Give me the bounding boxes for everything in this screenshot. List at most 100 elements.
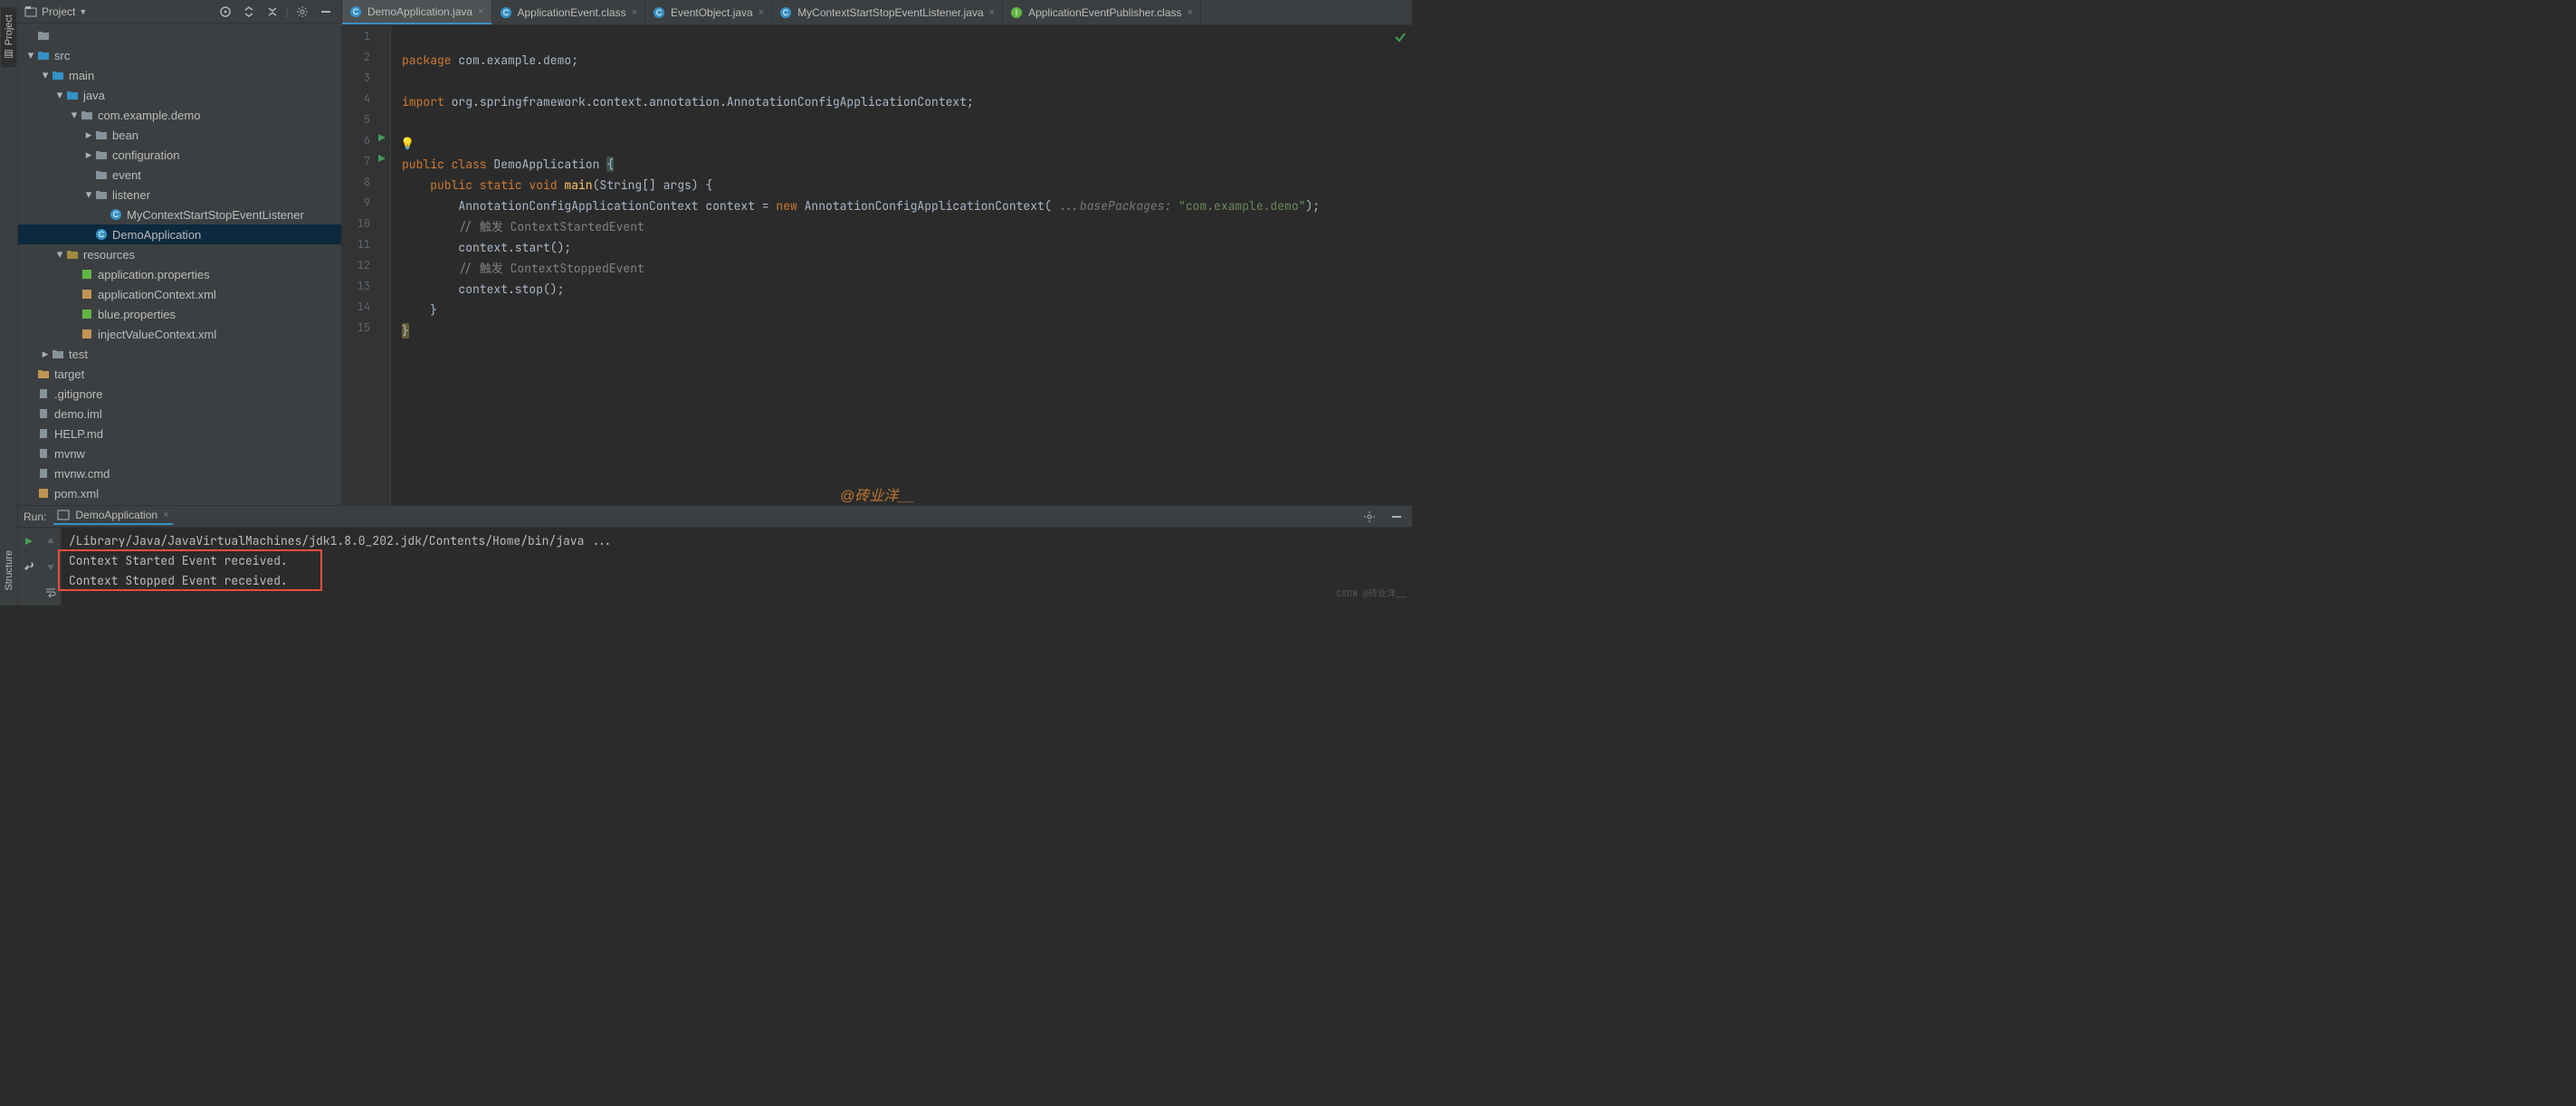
txt-icon [36, 446, 51, 461]
chevron-icon[interactable]: ▾ [25, 50, 36, 61]
chevron-icon[interactable] [69, 269, 80, 280]
tree-row[interactable]: ▾com.example.demo [18, 105, 341, 125]
console-output[interactable]: /Library/Java/JavaVirtualMachines/jdk1.8… [62, 528, 1412, 605]
up-arrow-icon[interactable] [41, 531, 61, 551]
project-tool-label: Project [4, 14, 14, 45]
tree-row[interactable]: ▸bean [18, 125, 341, 145]
chevron-icon[interactable]: ▾ [40, 70, 51, 81]
tree-row[interactable]: demo.iml [18, 404, 341, 424]
code-text: ); [1305, 198, 1320, 214]
tree-row[interactable]: ▾resources [18, 244, 341, 264]
collapse-all-icon[interactable] [262, 2, 282, 22]
hide-panel-icon[interactable] [1387, 507, 1407, 527]
chevron-icon[interactable] [25, 388, 36, 399]
chevron-icon[interactable]: ▾ [83, 189, 94, 200]
chevron-icon[interactable]: ▸ [40, 348, 51, 359]
tree-row[interactable]: CDemoApplication [18, 224, 341, 244]
tab-label: DemoApplication.java [367, 5, 472, 18]
editor-tabs: CDemoApplication.java×CApplicationEvent.… [342, 0, 1412, 25]
tree-row[interactable]: ▾java [18, 85, 341, 105]
chevron-icon[interactable] [25, 368, 36, 379]
folder-orange-icon [36, 367, 51, 381]
chevron-icon[interactable] [25, 488, 36, 499]
editor-tab[interactable]: CMyContextStartStopEventListener.java× [772, 0, 1003, 24]
chevron-icon[interactable] [83, 229, 94, 240]
chevron-icon[interactable] [25, 448, 36, 459]
editor-tab[interactable]: CEventObject.java× [645, 0, 772, 24]
chevron-icon[interactable]: ▸ [83, 149, 94, 160]
tree-row[interactable]: pom.xml [18, 483, 341, 503]
tree-row[interactable]: injectValueContext.xml [18, 324, 341, 344]
tree-row[interactable]: ▸configuration [18, 145, 341, 165]
chevron-icon[interactable]: ▾ [54, 90, 65, 100]
code-area[interactable]: package com.example.demo; import org.spr… [391, 25, 1412, 505]
chevron-icon[interactable] [25, 408, 36, 419]
close-icon[interactable]: × [758, 7, 764, 18]
wrench-icon[interactable] [19, 557, 39, 577]
line-number: 11 [342, 237, 390, 258]
svg-text:C: C [656, 8, 663, 17]
chevron-icon[interactable] [25, 468, 36, 479]
tree-row[interactable]: ▾listener [18, 185, 341, 205]
tree-row[interactable]: blue.properties [18, 304, 341, 324]
intention-bulb-icon[interactable]: 💡 [400, 136, 415, 151]
chevron-icon[interactable] [98, 209, 109, 220]
chevron-down-icon[interactable]: ▼ [79, 7, 87, 16]
tree-row[interactable]: mvnw [18, 443, 341, 463]
tree-row[interactable]: application.properties [18, 264, 341, 284]
tree-row[interactable]: event [18, 165, 341, 185]
soft-wrap-icon[interactable] [41, 582, 61, 602]
project-tool-tab[interactable]: ▤ Project [1, 7, 16, 67]
chevron-icon[interactable] [25, 30, 36, 41]
run-panel-header: Run: DemoApplication × [18, 506, 1412, 528]
chevron-icon[interactable] [69, 289, 80, 300]
code-string: "com.example.demo" [1171, 198, 1305, 214]
tree-row[interactable]: HELP.md [18, 424, 341, 443]
chevron-icon[interactable]: ▾ [54, 249, 65, 260]
chevron-icon[interactable] [83, 169, 94, 180]
chevron-icon[interactable] [25, 428, 36, 439]
console-line: Context Stopped Event received. [69, 571, 1405, 591]
down-arrow-icon[interactable] [41, 557, 61, 577]
chevron-icon[interactable] [69, 309, 80, 319]
close-icon[interactable]: × [632, 7, 637, 18]
rerun-icon[interactable] [19, 531, 39, 551]
gear-icon[interactable] [292, 2, 312, 22]
close-icon[interactable]: × [989, 7, 995, 18]
tree-row[interactable]: ▾main [18, 65, 341, 85]
tree-row[interactable]: mvnw.cmd [18, 463, 341, 483]
svg-text:C: C [113, 210, 119, 219]
code-keyword: import [402, 94, 444, 110]
expand-all-icon[interactable] [239, 2, 259, 22]
close-icon[interactable]: × [478, 6, 483, 17]
line-number: 7 [342, 154, 390, 175]
close-icon[interactable]: × [163, 510, 168, 520]
chevron-icon[interactable]: ▸ [83, 129, 94, 140]
param-hint: ...basePackages: [1058, 198, 1171, 214]
tree-row[interactable]: ▸ test [18, 344, 341, 364]
project-tree[interactable]: ▾src▾main▾java▾com.example.demo▸bean▸con… [18, 24, 341, 505]
editor-tab[interactable]: CDemoApplication.java× [342, 0, 492, 24]
analysis-ok-icon[interactable] [1394, 31, 1407, 43]
run-gutter-icon[interactable] [377, 133, 386, 142]
line-number: 12 [342, 258, 390, 279]
gear-icon[interactable] [1360, 507, 1379, 527]
editor-tab[interactable]: CApplicationEvent.class× [492, 0, 646, 24]
run-config-tab[interactable]: DemoApplication × [53, 509, 172, 525]
chevron-icon[interactable]: ▾ [69, 110, 80, 120]
tree-row[interactable]: CMyContextStartStopEventListener [18, 205, 341, 224]
close-icon[interactable]: × [1188, 7, 1193, 18]
run-gutter-icon[interactable] [377, 154, 386, 163]
tree-row[interactable] [18, 25, 341, 45]
editor-tab[interactable]: IApplicationEventPublisher.class× [1003, 0, 1201, 24]
tree-row[interactable]: target [18, 364, 341, 384]
tree-label: test [69, 348, 88, 361]
chevron-icon[interactable] [69, 329, 80, 339]
tree-row[interactable]: applicationContext.xml [18, 284, 341, 304]
select-opened-file-icon[interactable] [215, 2, 235, 22]
tree-row[interactable]: .gitignore [18, 384, 341, 404]
hide-panel-icon[interactable] [316, 2, 336, 22]
structure-tool-tab[interactable]: Structure [2, 543, 16, 598]
folder-icon [80, 108, 94, 122]
tree-row[interactable]: ▾src [18, 45, 341, 65]
